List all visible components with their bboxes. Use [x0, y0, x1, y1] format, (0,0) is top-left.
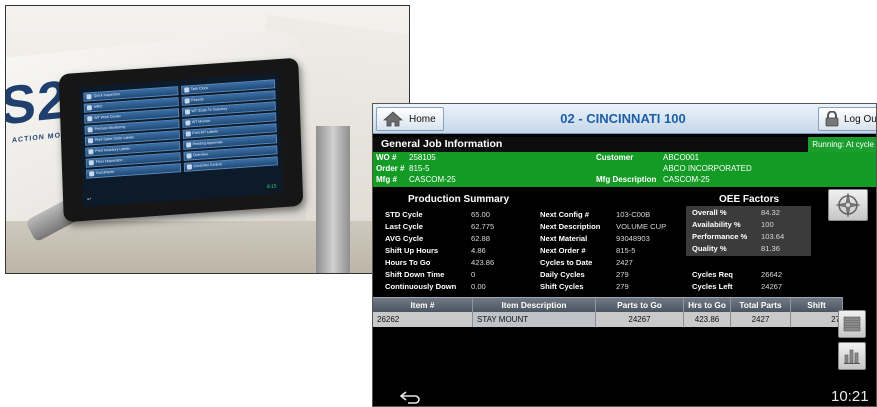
- col-parts-to-go[interactable]: Parts to Go: [596, 298, 684, 313]
- oee-availability-value: 100: [761, 220, 774, 229]
- back-icon[interactable]: [399, 390, 421, 404]
- table-header: Item # Item Description Parts to Go Hrs …: [373, 297, 843, 313]
- mount-pole: [316, 126, 350, 273]
- avg-cycle-label: AVG Cycle: [385, 234, 424, 243]
- table-row[interactable]: 26262 STAY MOUNT 24267 423.86 2427 27: [373, 312, 843, 327]
- home-label: Home: [409, 113, 436, 125]
- cell-shift: 27: [791, 312, 843, 327]
- section-title: General Job Information: [381, 138, 503, 150]
- next-config-value: 103-C00B: [616, 210, 651, 219]
- shift-cycles-value: 279: [616, 282, 629, 291]
- mfg-label: Mfg #: [376, 175, 397, 184]
- col-hrs-to-go[interactable]: Hrs to Go: [684, 298, 731, 313]
- last-cycle-label: Last Cycle: [385, 222, 423, 231]
- next-config-label: Next Config #: [540, 210, 589, 219]
- cell-parts-to-go: 24267: [596, 312, 684, 327]
- std-cycle-value: 65.00: [471, 210, 491, 219]
- customer-label: Customer: [596, 153, 634, 162]
- tablet-photo: S2 ACTION MOLDI Quick Inspection Task Cl…: [5, 5, 410, 274]
- cell-hrs-to-go: 423.86: [684, 312, 731, 327]
- home-button[interactable]: Home: [376, 107, 444, 131]
- cycles-left-value: 24267: [761, 282, 783, 291]
- std-cycle-label: STD Cycle: [385, 210, 423, 219]
- bar-chart-icon: [844, 349, 860, 364]
- chart-view-button[interactable]: [838, 342, 866, 370]
- job-info-panel: WO # 258105 Order # 815-5 Mfg # CASCOM-2…: [373, 152, 876, 187]
- next-material-value: 93048903: [616, 234, 650, 243]
- cycles-to-date-value: 2427: [616, 258, 633, 267]
- list-view-button[interactable]: [838, 310, 866, 338]
- next-material-label: Next Material: [540, 234, 588, 243]
- next-description-label: Next Description: [540, 222, 601, 231]
- list-icon: [843, 316, 861, 332]
- oee-factors-title: OEE Factors: [719, 194, 780, 205]
- last-cycle-value: 62.775: [471, 222, 495, 231]
- cell-item-description: STAY MOUNT: [473, 312, 596, 327]
- next-description-value: VOLUME CUP: [616, 222, 667, 231]
- home-icon: [383, 111, 403, 127]
- tablet-clock: 8:15: [266, 183, 277, 191]
- tablet-screen: Quick Inspection Task Clock MRO Reports …: [79, 73, 283, 207]
- app-screen: Home 02 - CINCINNATI 100 Log Out General…: [372, 103, 877, 407]
- production-summary-title: Production Summary: [408, 194, 510, 205]
- tablet-menu-grid: Quick Inspection Task Clock MRO Reports …: [83, 79, 278, 179]
- wo-label: WO #: [376, 153, 397, 162]
- mfg-description-value: CASCOM-25: [663, 175, 710, 184]
- hours-to-go-value: 423.86: [471, 258, 495, 267]
- status-badge: Running: At cycle: [808, 137, 876, 152]
- lock-icon: [825, 111, 839, 127]
- mfg-value: CASCOM-25: [409, 175, 456, 184]
- next-order-label: Next Order #: [540, 246, 586, 255]
- logout-button[interactable]: Log Out: [818, 107, 877, 131]
- target-button[interactable]: [828, 189, 868, 221]
- col-item-number[interactable]: Item #: [373, 298, 473, 313]
- top-bar: Home 02 - CINCINNATI 100 Log Out: [373, 104, 877, 134]
- cycles-req-value: 26642: [761, 270, 783, 279]
- customer-name: ABCO INCORPORATED: [663, 164, 752, 173]
- tablet-device: Quick Inspection Task Clock MRO Reports …: [58, 57, 304, 223]
- mfg-description-label: Mfg Description: [596, 175, 657, 184]
- cycles-req-label: Cycles Req: [692, 270, 733, 279]
- cell-total-parts: 2427: [731, 312, 791, 327]
- order-label: Order #: [376, 164, 405, 173]
- oee-quality-label: Quality %: [692, 244, 727, 253]
- oee-overall-value: 84.32: [761, 208, 781, 217]
- oee-quality-value: 81.36: [761, 244, 781, 253]
- customer-code: ABCO001: [663, 153, 700, 162]
- hours-to-go-label: Hours To Go: [385, 258, 431, 267]
- continuously-down-label: Continuously Down: [385, 282, 457, 291]
- compass-icon: [835, 192, 861, 218]
- shift-up-hours-value: 4.86: [471, 246, 486, 255]
- wo-value: 258105: [409, 153, 436, 162]
- cycles-to-date-label: Cycles to Date: [540, 258, 593, 267]
- avg-cycle-value: 62.88: [471, 234, 491, 243]
- daily-cycles-label: Daily Cycles: [540, 270, 585, 279]
- tablet-nav-bar: ↩ 8:15: [87, 183, 277, 204]
- oee-availability-label: Availability %: [692, 220, 741, 229]
- daily-cycles-value: 279: [616, 270, 629, 279]
- next-order-value: 815-5: [616, 246, 636, 255]
- shift-up-hours-label: Shift Up Hours: [385, 246, 439, 255]
- machine-logo: S2: [5, 69, 69, 137]
- logout-label: Log Out: [844, 113, 877, 125]
- col-shift[interactable]: Shift: [791, 298, 843, 313]
- col-total-parts[interactable]: Total Parts: [731, 298, 791, 313]
- shift-cycles-label: Shift Cycles: [540, 282, 584, 291]
- shift-down-time-value: 0: [471, 270, 476, 279]
- cycles-left-label: Cycles Left: [692, 282, 733, 291]
- oee-performance-value: 103.64: [761, 232, 785, 241]
- oee-performance-label: Performance %: [692, 232, 748, 241]
- system-clock: 10:21: [831, 388, 869, 405]
- back-icon[interactable]: ↩: [87, 196, 91, 204]
- oee-overall-label: Overall %: [692, 208, 727, 217]
- general-job-header: General Job Information Running: At cycl…: [373, 137, 876, 152]
- cell-item-number: 26262: [373, 312, 473, 327]
- shift-down-time-label: Shift Down Time: [385, 270, 445, 279]
- order-value: 815-5: [409, 164, 430, 173]
- continuously-down-value: 0.00: [471, 282, 486, 291]
- page-title: 02 - CINCINNATI 100: [560, 111, 686, 126]
- col-item-description[interactable]: Item Description: [473, 298, 596, 313]
